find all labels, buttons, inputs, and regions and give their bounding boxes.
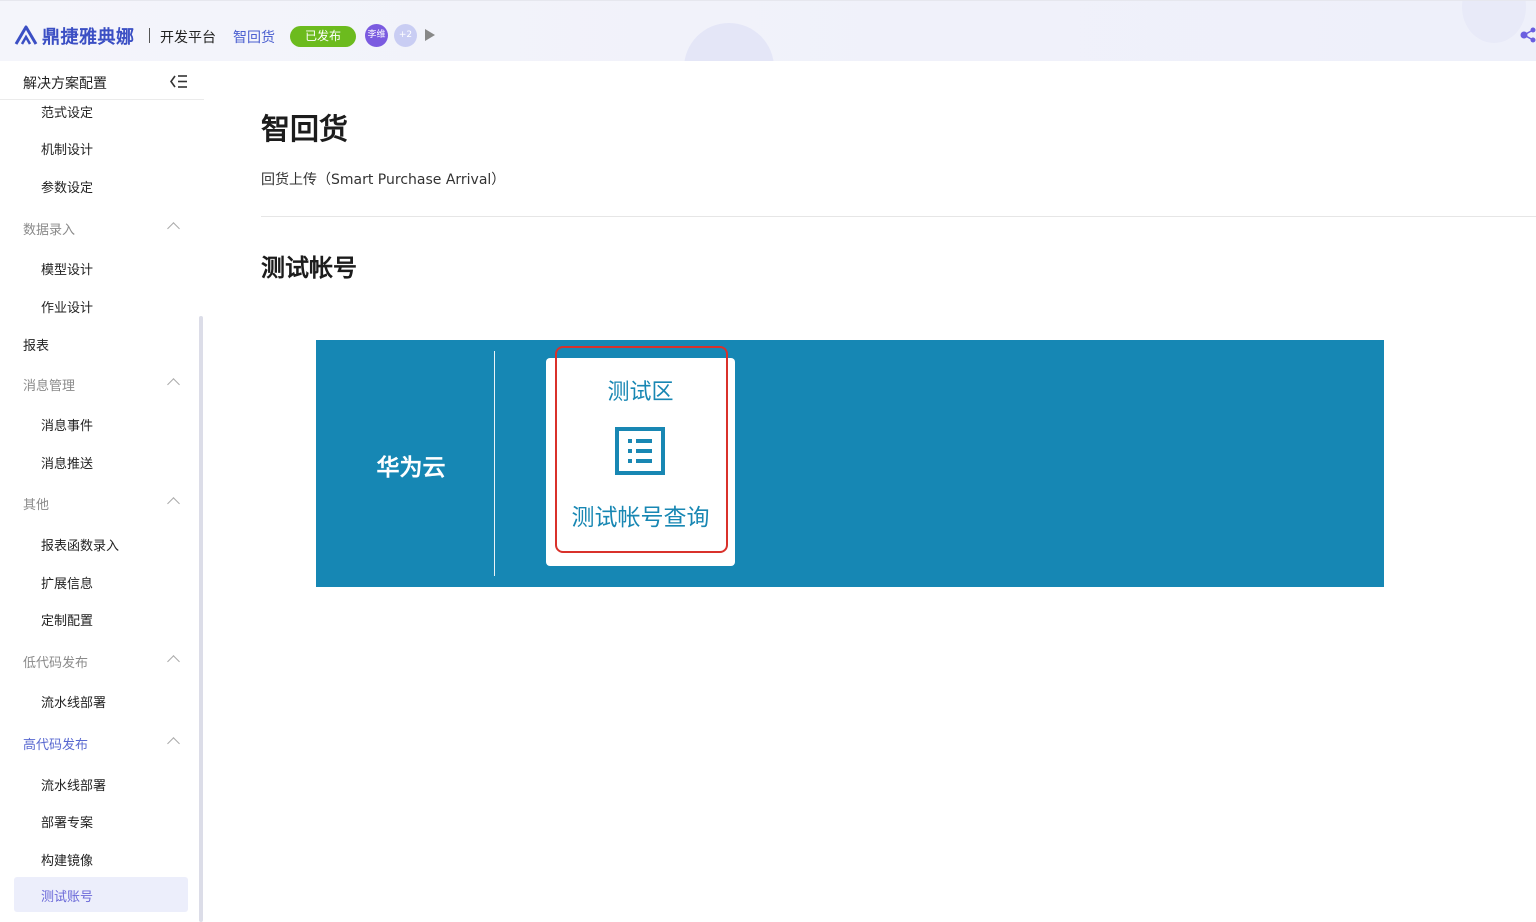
avatar[interactable]: 李维 — [365, 24, 388, 47]
panel-divider — [494, 351, 495, 576]
status-badge: 已发布 — [290, 26, 356, 47]
test-account-query-label: 测试帐号查询 — [571, 505, 710, 531]
app-name-link[interactable]: 智回货 — [233, 27, 275, 47]
top-header: 鼎捷雅典娜 开发平台 智回货 已发布 李维 +2 — [0, 0, 1536, 62]
avatar-more-count[interactable]: +2 — [394, 24, 417, 47]
chevron-up-icon[interactable] — [167, 497, 180, 510]
chevron-up-icon[interactable] — [167, 222, 180, 235]
header-decoration — [684, 23, 774, 62]
sidebar-scrollbar[interactable] — [199, 316, 203, 922]
chevron-up-icon[interactable] — [167, 378, 180, 391]
header-decoration — [1462, 1, 1526, 43]
sidebar: 解决方案配置 范式设定 机制设计 参数设定 数据录入 模型设计 作业设计 报表 … — [0, 61, 204, 922]
test-account-panel: 华为云 测试区 测试帐号查询 — [316, 340, 1384, 587]
collapse-sidebar-icon[interactable] — [170, 74, 188, 89]
test-area-label: 测试区 — [607, 380, 674, 405]
page-subtitle: 回货上传（Smart Purchase Arrival） — [261, 172, 506, 188]
list-icon — [615, 427, 665, 475]
divider — [261, 216, 1536, 217]
main-content: 智回货 回货上传（Smart Purchase Arrival） 测试帐号 华为… — [204, 61, 1536, 922]
sidebar-item-test-account[interactable]: 测试账号 — [14, 877, 188, 912]
chevron-up-icon[interactable] — [167, 655, 180, 668]
expand-play-icon[interactable] — [425, 29, 435, 41]
test-account-query-card[interactable]: 测试区 测试帐号查询 — [546, 358, 735, 566]
cloud-provider-label: 华为云 — [376, 455, 446, 481]
athena-logo-icon — [14, 25, 38, 45]
sidebar-title: 解决方案配置 — [23, 76, 107, 92]
chevron-up-icon[interactable] — [167, 737, 180, 750]
sidebar-header: 解决方案配置 — [0, 61, 204, 100]
brand-name[interactable]: 鼎捷雅典娜 — [42, 23, 135, 49]
share-nodes-icon[interactable] — [1518, 25, 1536, 45]
platform-name: 开发平台 — [160, 30, 216, 46]
page-title: 智回货 — [261, 112, 349, 146]
section-title: 测试帐号 — [261, 254, 357, 282]
header-separator — [149, 28, 150, 43]
